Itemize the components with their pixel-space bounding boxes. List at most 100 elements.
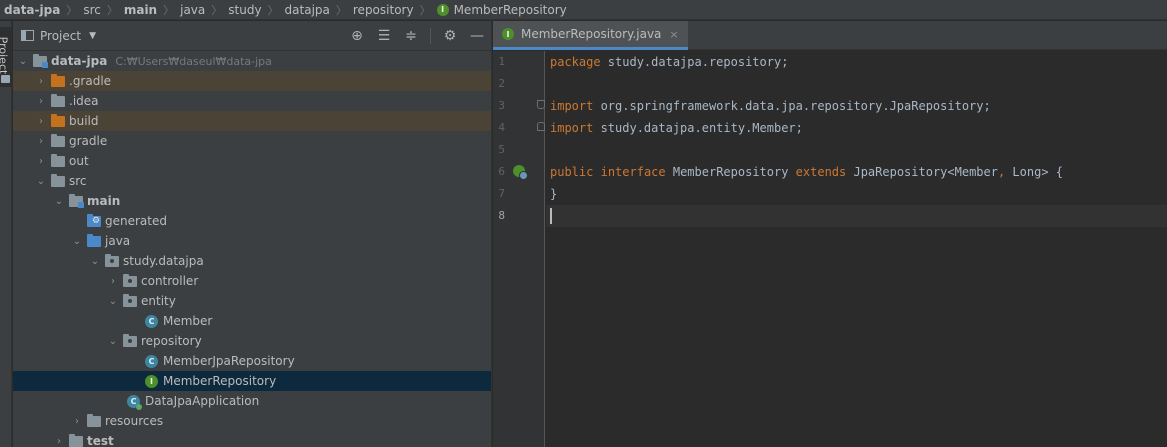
tree-item-label: controller	[141, 274, 199, 288]
code-text: Long> {	[1005, 165, 1063, 179]
breadcrumb-item-datajpa[interactable]: datajpa	[285, 3, 330, 17]
chevron-down-icon[interactable]: ⌄	[89, 256, 101, 267]
tree-item-label: out	[69, 154, 89, 168]
project-panel: Project ▼ ⊕ ☰ ≑ ⚙ — ⌄ data-jpa C:₩Users₩…	[13, 21, 492, 447]
tree-item-main[interactable]: ⌄ main	[13, 191, 491, 211]
breadcrumb-item-java[interactable]: java	[180, 3, 205, 17]
breadcrumb-item-repository[interactable]: repository	[353, 3, 414, 17]
tree-item-gradle-cache[interactable]: › .gradle	[13, 71, 491, 91]
close-icon[interactable]: ×	[669, 28, 678, 41]
fold-icon[interactable]	[537, 122, 545, 131]
project-view-icon	[21, 30, 34, 41]
tree-item-entity[interactable]: ⌄ entity	[13, 291, 491, 311]
chevron-right-icon[interactable]: ›	[71, 416, 83, 427]
source-folder-icon	[87, 233, 101, 247]
gear-icon[interactable]: ⚙	[442, 28, 458, 44]
collapse-all-icon[interactable]: ≑	[403, 28, 419, 44]
code-area[interactable]: package study.datajpa.repository; import…	[546, 51, 1167, 447]
tree-item-member[interactable]: › C Member	[13, 311, 491, 331]
expand-all-icon[interactable]: ☰	[376, 28, 392, 44]
tree-item-data-jpa[interactable]: ⌄ data-jpa C:₩Users₩daseul₩data-jpa	[13, 51, 491, 71]
code-text: study.datajpa.repository;	[600, 55, 789, 69]
tree-item-idea[interactable]: › .idea	[13, 91, 491, 111]
chevron-down-icon[interactable]: ⌄	[107, 336, 119, 347]
chevron-right-icon[interactable]: ›	[35, 76, 47, 87]
tree-item-label: main	[87, 194, 121, 208]
tree-item-java[interactable]: ⌄ java	[13, 231, 491, 251]
code-text: study.datajpa.entity.Member;	[593, 121, 803, 135]
generated-folder-icon	[87, 213, 101, 227]
tree-item-src[interactable]: ⌄ src	[13, 171, 491, 191]
breadcrumb-separator: 〉	[419, 3, 431, 17]
keyword: import	[550, 99, 594, 113]
breadcrumb-item-project[interactable]: data-jpa	[4, 3, 60, 17]
line-number: 2	[498, 77, 505, 90]
tree-item-memberjparepository[interactable]: › C MemberJpaRepository	[13, 351, 491, 371]
code-editor: I MemberRepository.java × 1 2 3 4 5 6 7 …	[493, 21, 1167, 447]
keyword: import	[550, 121, 594, 135]
project-path: C:₩Users₩daseul₩data-jpa	[115, 54, 272, 68]
excluded-folder-icon	[51, 73, 65, 87]
tree-item-study-datajpa[interactable]: ⌄ study.datajpa	[13, 251, 491, 271]
package-icon	[123, 293, 137, 307]
chevron-right-icon[interactable]: ›	[35, 136, 47, 147]
chevron-down-icon[interactable]: ⌄	[107, 296, 119, 307]
tree-item-test[interactable]: › test	[13, 431, 491, 447]
breadcrumb-item-src[interactable]: src	[83, 3, 101, 17]
module-folder-icon	[33, 53, 48, 68]
tree-item-label: resources	[105, 414, 164, 428]
tree-item-controller[interactable]: › controller	[13, 271, 491, 291]
chevron-down-icon[interactable]: ⌄	[17, 56, 29, 67]
project-panel-title[interactable]: Project	[40, 29, 81, 43]
editor-tab-label: MemberRepository.java	[521, 27, 662, 41]
tree-item-datajpaapplication[interactable]: › C DataJpaApplication	[13, 391, 491, 411]
tree-item-memberrepository[interactable]: › I MemberRepository	[13, 371, 491, 391]
code-line: public interface MemberRepository extend…	[546, 161, 1167, 183]
chevron-down-icon[interactable]: ▼	[89, 31, 96, 41]
tree-item-label: entity	[141, 294, 176, 308]
tree-item-build[interactable]: › build	[13, 111, 491, 131]
text-caret	[550, 208, 552, 224]
chevron-down-icon[interactable]: ⌄	[71, 236, 83, 247]
chevron-right-icon[interactable]: ›	[35, 156, 47, 167]
line-number: 5	[498, 143, 505, 156]
tree-item-generated[interactable]: › generated	[13, 211, 491, 231]
implemented-marker-icon[interactable]	[513, 165, 528, 180]
project-tool-tab-label: Project	[0, 36, 10, 75]
chevron-right-icon[interactable]: ›	[35, 116, 47, 127]
breadcrumb-separator: 〉	[267, 3, 279, 17]
breadcrumb-item-memberrepository[interactable]: I MemberRepository	[436, 3, 567, 17]
keyword: package	[550, 55, 601, 69]
tree-item-out[interactable]: › out	[13, 151, 491, 171]
tree-item-gradle[interactable]: › gradle	[13, 131, 491, 151]
project-panel-toolbar: ⊕ ☰ ≑ ⚙ —	[349, 28, 485, 44]
folder-icon	[51, 173, 65, 187]
package-icon	[123, 273, 137, 287]
folder-icon	[51, 93, 65, 107]
tree-item-repository[interactable]: ⌄ repository	[13, 331, 491, 351]
chevron-right-icon[interactable]: ›	[53, 436, 65, 447]
chevron-right-icon[interactable]: ›	[107, 276, 119, 287]
breadcrumb-item-main[interactable]: main	[124, 3, 157, 17]
fold-icon[interactable]	[537, 100, 545, 109]
breadcrumb-separator: 〉	[106, 3, 118, 17]
code-text: }	[550, 187, 558, 201]
keyword: extends	[795, 165, 847, 179]
interface-icon: I	[145, 374, 158, 388]
chevron-right-icon[interactable]: ›	[35, 96, 47, 107]
chevron-down-icon[interactable]: ⌄	[53, 196, 65, 207]
code-line: package study.datajpa.repository;	[546, 51, 1167, 73]
locate-icon[interactable]: ⊕	[349, 28, 365, 44]
class-icon: C	[145, 354, 158, 368]
interface-icon: I	[436, 3, 449, 16]
breadcrumb-item-study[interactable]: study	[228, 3, 261, 17]
tree-item-label: Member	[163, 314, 213, 328]
editor-tab-memberrepository[interactable]: I MemberRepository.java ×	[493, 21, 688, 50]
toolbar-divider	[430, 28, 431, 44]
minimize-icon[interactable]: —	[469, 28, 485, 44]
chevron-down-icon[interactable]: ⌄	[35, 176, 47, 187]
line-number: 3	[498, 99, 505, 112]
line-number: 7	[498, 187, 505, 200]
code-line: import org.springframework.data.jpa.repo…	[546, 95, 1167, 117]
tree-item-resources[interactable]: › resources	[13, 411, 491, 431]
